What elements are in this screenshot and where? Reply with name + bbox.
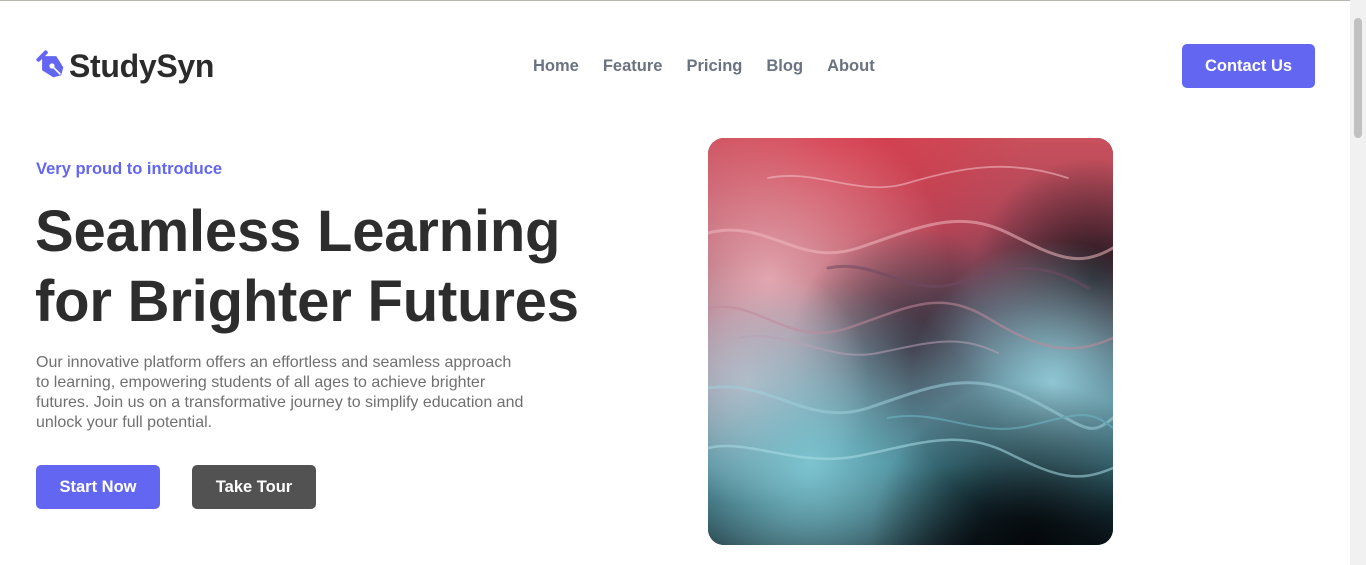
nav-pricing[interactable]: Pricing <box>686 56 742 76</box>
hero-description: Our innovative platform offers an effort… <box>36 354 524 431</box>
take-tour-button[interactable]: Take Tour <box>192 465 316 509</box>
pen-nib-icon <box>36 50 68 82</box>
hero-image <box>708 138 1113 545</box>
main-nav: Home Feature Pricing Blog About <box>533 56 875 76</box>
hero-eyebrow: Very proud to introduce <box>36 160 223 178</box>
hero-title: Seamless Learning for Brighter Futures <box>35 197 655 337</box>
nav-blog[interactable]: Blog <box>766 56 803 76</box>
nav-home[interactable]: Home <box>533 56 579 76</box>
contact-us-button[interactable]: Contact Us <box>1182 44 1315 88</box>
brand-name: StudySyn <box>69 48 215 84</box>
navbar: StudySyn Home Feature Pricing Blog About… <box>0 0 1350 132</box>
scrollbar-thumb[interactable] <box>1354 18 1362 138</box>
nav-feature[interactable]: Feature <box>603 56 663 76</box>
hero-title-line-1: Seamless Learning <box>35 199 561 264</box>
start-now-button[interactable]: Start Now <box>36 465 160 509</box>
logo[interactable]: StudySyn <box>36 47 214 85</box>
hero-title-line-2: for Brighter Futures <box>35 269 579 334</box>
nav-about[interactable]: About <box>827 56 875 76</box>
